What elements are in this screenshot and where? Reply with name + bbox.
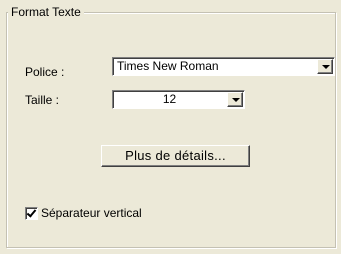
size-select[interactable]: 12 bbox=[112, 90, 245, 109]
vertical-separator-checkbox[interactable] bbox=[25, 207, 38, 220]
checkmark-icon bbox=[26, 207, 37, 218]
vertical-separator-label[interactable]: Séparateur vertical bbox=[41, 206, 142, 220]
size-label: Taille : bbox=[25, 93, 60, 107]
more-details-button[interactable]: Plus de détails... bbox=[101, 145, 250, 167]
font-dropdown-button[interactable] bbox=[317, 59, 333, 74]
size-select-value: 12 bbox=[162, 92, 177, 106]
chevron-down-icon bbox=[322, 65, 330, 69]
group-title: Format Texte bbox=[8, 4, 84, 20]
font-select[interactable]: Times New Roman bbox=[112, 57, 335, 76]
chevron-down-icon bbox=[232, 98, 240, 102]
size-dropdown-button[interactable] bbox=[227, 92, 243, 107]
font-select-value: Times New Roman bbox=[117, 59, 219, 73]
font-label: Police : bbox=[25, 65, 65, 79]
format-texte-panel: Format Texte Police : Times New Roman Ta… bbox=[0, 0, 341, 254]
